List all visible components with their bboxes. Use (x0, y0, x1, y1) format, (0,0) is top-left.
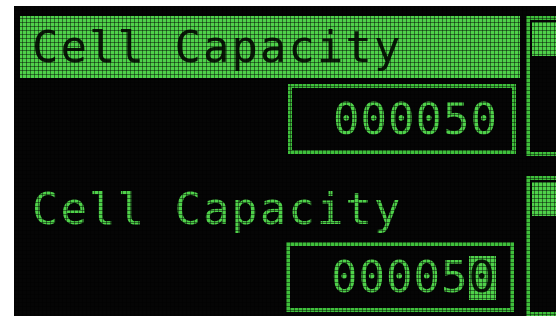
value-field[interactable]: 000050 (288, 84, 516, 154)
edit-cursor[interactable]: 0 (468, 256, 496, 300)
value-text: 000050 (331, 256, 496, 300)
setting-title: Cell Capacity (32, 184, 403, 235)
scrollbar[interactable] (526, 16, 556, 156)
value-digits: 00005 (331, 252, 469, 303)
value-text: 000050 (333, 94, 498, 145)
setting-panel-selected[interactable]: Cell Capacity 000050 (14, 6, 556, 156)
setting-panel-editing[interactable]: Cell Capacity 000050 (14, 170, 556, 316)
value-field-editing[interactable]: 000050 (286, 242, 514, 312)
scrollbar[interactable] (526, 176, 556, 316)
scrollbar-thumb[interactable] (532, 22, 556, 56)
title-highlight-bar: Cell Capacity (20, 16, 520, 78)
lcd-screen: Cell Capacity 000050 Cell Capacity 00005… (14, 6, 556, 316)
setting-title: Cell Capacity (32, 22, 403, 73)
scrollbar-thumb[interactable] (532, 182, 556, 216)
